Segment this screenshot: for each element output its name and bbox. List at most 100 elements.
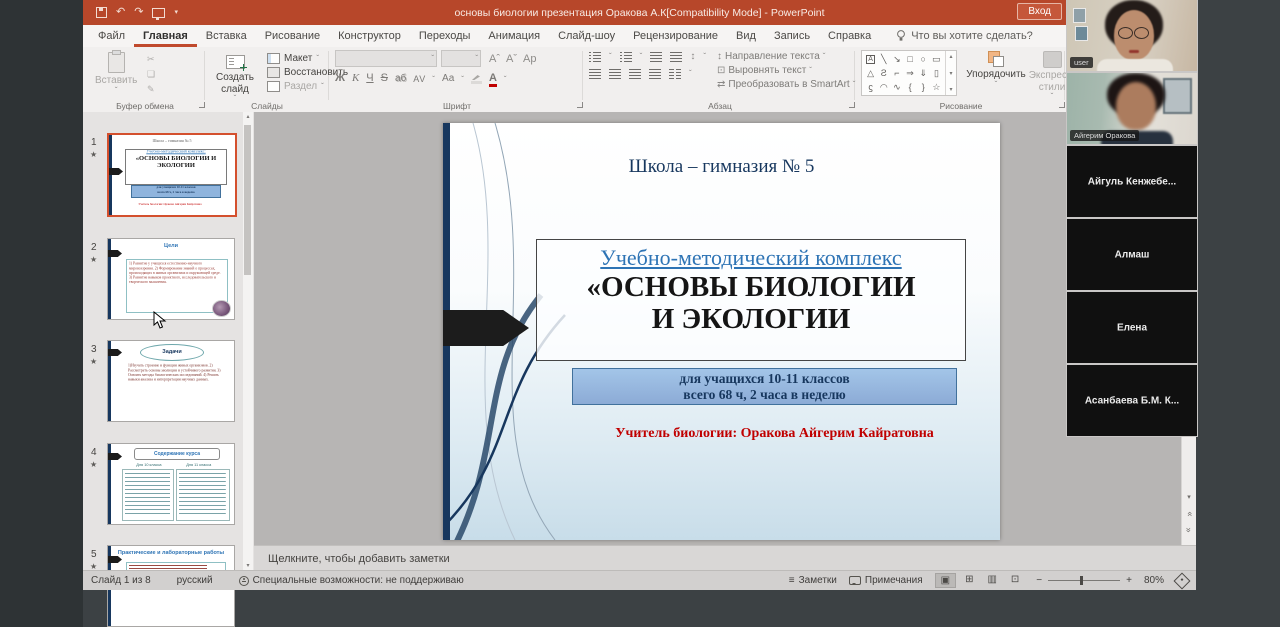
align-right-button[interactable]: [629, 69, 641, 79]
audience-box[interactable]: для учащихся 10-11 классов всего 68 ч, 2…: [572, 368, 957, 405]
shape-option[interactable]: ◠: [880, 82, 888, 93]
drawing-dialog-launcher[interactable]: [1059, 102, 1065, 108]
font-size-select[interactable]: ˇ: [441, 50, 481, 67]
shape-option[interactable]: ╲: [881, 54, 886, 65]
comments-toggle-button[interactable]: Примечания: [849, 575, 923, 586]
shape-option[interactable]: }: [922, 82, 925, 92]
tab-view[interactable]: Вид: [727, 25, 765, 47]
sign-in-button[interactable]: Вход: [1017, 3, 1062, 20]
shape-option[interactable]: ▯: [934, 68, 939, 79]
tab-file[interactable]: Файл: [89, 25, 134, 47]
shapes-more-icon[interactable]: ▾: [949, 86, 952, 93]
convert-smartart-button[interactable]: ⇄ Преобразовать в SmartArt ˇ: [717, 79, 855, 90]
tab-transitions[interactable]: Переходы: [410, 25, 480, 47]
paragraph-dialog-launcher[interactable]: [849, 102, 855, 108]
bullets-button[interactable]: [589, 52, 601, 62]
tab-slideshow[interactable]: Слайд-шоу: [549, 25, 624, 47]
tell-me-box[interactable]: Что вы хотите сделать?: [896, 30, 1033, 42]
text-shadow-button[interactable]: аб: [395, 74, 406, 84]
zoom-in-icon[interactable]: +: [1126, 575, 1132, 586]
shape-option[interactable]: ○: [921, 54, 926, 64]
shapes-gallery[interactable]: А ╲ ↘ □ ○ ▭ △ Ƨ ⌐ ⇒ ⇓ ▯ ϛ ◠ ∿ { }: [861, 50, 957, 96]
clipboard-dialog-launcher[interactable]: [199, 102, 205, 108]
strikethrough-button[interactable]: S: [381, 73, 388, 84]
align-left-button[interactable]: [589, 69, 601, 79]
tab-insert[interactable]: Вставка: [197, 25, 256, 47]
start-slideshow-icon[interactable]: [152, 8, 165, 18]
columns-button[interactable]: [669, 69, 681, 79]
shape-option[interactable]: ⌐: [894, 68, 899, 78]
zoom-slider-thumb[interactable]: [1080, 576, 1083, 585]
participant-tile[interactable]: Алмаш: [1067, 219, 1197, 290]
tab-animations[interactable]: Анимация: [479, 25, 549, 47]
highlight-color-button[interactable]: [471, 75, 482, 84]
slide-thumbnail-3[interactable]: Задачи 1)Изучать строение и функции живы…: [107, 340, 235, 422]
shape-option[interactable]: △: [867, 68, 874, 79]
zoom-level[interactable]: 80%: [1144, 575, 1164, 586]
cut-icon[interactable]: ✂: [147, 54, 155, 65]
undo-icon[interactable]: ↶: [116, 7, 125, 18]
slide-canvas[interactable]: Школа – гимназия № 5 Учебно-методический…: [443, 123, 1000, 540]
align-center-button[interactable]: [609, 69, 621, 79]
shapes-scroll-down-icon[interactable]: ▾: [949, 70, 952, 77]
shapes-scroll-up-icon[interactable]: ▴: [949, 53, 952, 60]
font-name-select[interactable]: ˇ: [335, 50, 437, 67]
shape-option[interactable]: ↘: [893, 54, 901, 65]
previous-slide-icon[interactable]: »: [1184, 507, 1194, 521]
participant-tile-user[interactable]: user: [1067, 0, 1197, 71]
slide-sorter-view-button[interactable]: ⊞: [960, 573, 978, 588]
tab-review[interactable]: Рецензирование: [624, 25, 727, 47]
notes-pane[interactable]: Щелкните, чтобы добавить заметки: [254, 545, 1196, 573]
line-spacing-button[interactable]: ↕: [690, 51, 695, 62]
tab-draw[interactable]: Рисование: [256, 25, 329, 47]
save-icon[interactable]: [96, 7, 107, 18]
thumbnail-scrollbar[interactable]: ▴ ▾: [243, 112, 253, 571]
slide-thumbnail-4[interactable]: Содержание курса Для 10 класса Для 11 кл…: [107, 443, 235, 525]
zoom-slider[interactable]: [1048, 580, 1120, 581]
accessibility-status[interactable]: Специальные возможности: не поддерживаю: [239, 575, 464, 586]
shape-option[interactable]: ☆: [932, 82, 940, 93]
shape-option[interactable]: ▭: [932, 54, 941, 65]
thumb-scroll-up-icon[interactable]: ▴: [243, 113, 253, 120]
slide-title-box[interactable]: Учебно-методический комплекс «ОСНОВЫ БИО…: [536, 239, 966, 361]
shape-option[interactable]: ϛ: [868, 82, 873, 92]
language-indicator[interactable]: русский: [177, 575, 213, 586]
participant-tile[interactable]: Елена: [1067, 292, 1197, 363]
new-slide-button[interactable]: Создать слайд ˇ: [209, 52, 261, 103]
font-color-button[interactable]: А: [489, 73, 497, 84]
participant-tile[interactable]: Айгуль Кенжебе...: [1067, 146, 1197, 217]
zoom-control[interactable]: − +: [1036, 575, 1132, 586]
shape-option[interactable]: □: [907, 54, 912, 64]
paste-button[interactable]: Вставить ˇ: [95, 50, 137, 95]
tab-design[interactable]: Конструктор: [329, 25, 410, 47]
slide-thumbnail-1[interactable]: Школа – гимназия № 5 Учебно-методический…: [107, 133, 237, 217]
character-spacing-button[interactable]: АV: [413, 75, 425, 84]
next-slide-icon[interactable]: »: [1184, 523, 1194, 537]
customize-qat-icon[interactable]: ▾: [174, 9, 178, 16]
change-case-button[interactable]: Аа: [442, 74, 454, 84]
slide-thumbnail-2[interactable]: Цели 1) Развитие у учащихся естественно-…: [107, 238, 235, 320]
shape-option[interactable]: ∿: [893, 82, 901, 93]
align-text-button[interactable]: ⊡ Выровнять текст ˇ: [717, 65, 855, 76]
participant-tile-orakova[interactable]: Айгерим Оракова: [1067, 73, 1197, 144]
shape-option[interactable]: Ƨ: [881, 68, 887, 78]
italic-button[interactable]: К: [352, 73, 359, 84]
decrease-font-button[interactable]: Аˇ: [506, 53, 517, 65]
underline-button[interactable]: Ч: [366, 73, 373, 84]
increase-font-button[interactable]: Аˆ: [489, 53, 500, 65]
tab-record[interactable]: Запись: [765, 25, 819, 47]
fit-to-window-icon[interactable]: [1174, 572, 1191, 589]
reading-view-button[interactable]: ▥: [982, 573, 1001, 588]
justify-button[interactable]: [649, 69, 661, 79]
notes-toggle-button[interactable]: ≡ Заметки: [789, 575, 837, 586]
scroll-down-icon[interactable]: ▾: [1182, 493, 1196, 501]
normal-view-button[interactable]: ▣: [935, 573, 956, 588]
zoom-out-icon[interactable]: −: [1036, 575, 1042, 586]
slideshow-view-button[interactable]: ⊡: [1006, 573, 1024, 588]
text-direction-button[interactable]: ↕ Направление текста ˇ: [717, 51, 855, 62]
copy-icon[interactable]: ❏: [147, 69, 155, 80]
participant-tile[interactable]: Асанбаева Б.М. К...: [1067, 365, 1197, 436]
bold-button[interactable]: Ж: [335, 73, 345, 84]
thumb-scroll-down-icon[interactable]: ▾: [243, 562, 253, 569]
thumb-scroll-thumb[interactable]: [244, 125, 251, 275]
